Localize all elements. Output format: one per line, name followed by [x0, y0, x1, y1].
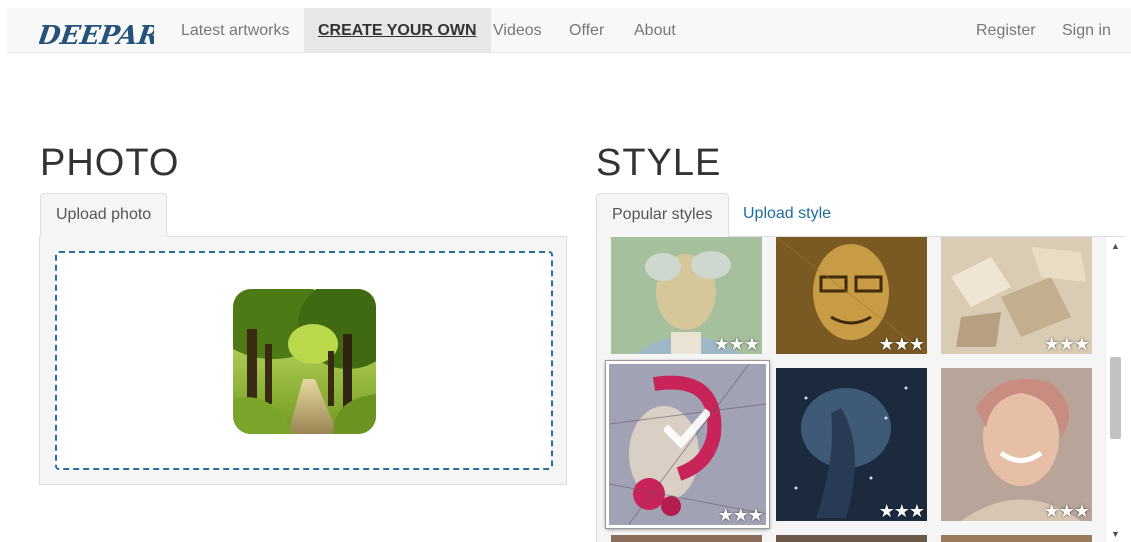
svg-text:DEEPART.io: DEEPART.io: [39, 20, 154, 50]
style-gallery: ★★★ ★★★ ★★★ ★★★ ★★★ ★★★: [596, 236, 1124, 542]
style-tile[interactable]: ★★★: [776, 368, 927, 521]
nav-sign-in[interactable]: Sign in: [1048, 8, 1125, 53]
photo-heading: PHOTO: [40, 142, 180, 184]
style-tile[interactable]: ★★★: [776, 237, 927, 354]
rating-stars: ★★★: [1043, 334, 1090, 354]
rating-stars: ★★★: [878, 501, 925, 521]
style-tile[interactable]: ★★★: [941, 237, 1092, 354]
photo-panel: [39, 236, 567, 485]
style-tile[interactable]: [941, 535, 1092, 542]
uploaded-photo-thumbnail[interactable]: [233, 289, 376, 434]
style-tile[interactable]: ★★★: [941, 368, 1092, 521]
photo-dropzone[interactable]: [55, 251, 553, 470]
style-tile-selected[interactable]: ★★★: [606, 361, 769, 528]
nav-videos[interactable]: Videos: [479, 8, 556, 53]
nav-offer[interactable]: Offer: [555, 8, 618, 53]
top-navbar: DEEPART.io Latest artworks CREATE YOUR O…: [7, 8, 1131, 53]
tab-popular-styles[interactable]: Popular styles: [596, 193, 729, 237]
rating-stars: ★★★: [713, 334, 760, 354]
style-heading: STYLE: [596, 142, 722, 184]
tab-upload-style[interactable]: Upload style: [728, 193, 846, 237]
scroll-down-arrow-icon[interactable]: ▼: [1106, 527, 1125, 541]
nav-about[interactable]: About: [620, 8, 690, 53]
style-gallery-scrollbar[interactable]: ▲ ▼: [1105, 237, 1124, 542]
nav-register[interactable]: Register: [962, 8, 1050, 53]
tab-upload-photo[interactable]: Upload photo: [40, 193, 168, 237]
scrollbar-thumb[interactable]: [1110, 357, 1121, 439]
style-tile[interactable]: ★★★: [611, 237, 762, 354]
nav-latest-artworks[interactable]: Latest artworks: [167, 8, 303, 53]
check-icon: [664, 408, 710, 449]
rating-stars: ★★★: [878, 334, 925, 354]
style-tile[interactable]: [611, 535, 762, 542]
nav-create-your-own[interactable]: CREATE YOUR OWN: [304, 8, 491, 53]
rating-stars: ★★★: [1043, 501, 1090, 521]
deepart-logo[interactable]: DEEPART.io: [39, 14, 154, 50]
style-tile[interactable]: [776, 535, 927, 542]
scroll-up-arrow-icon[interactable]: ▲: [1106, 239, 1125, 253]
rating-stars: ★★★: [717, 505, 764, 525]
